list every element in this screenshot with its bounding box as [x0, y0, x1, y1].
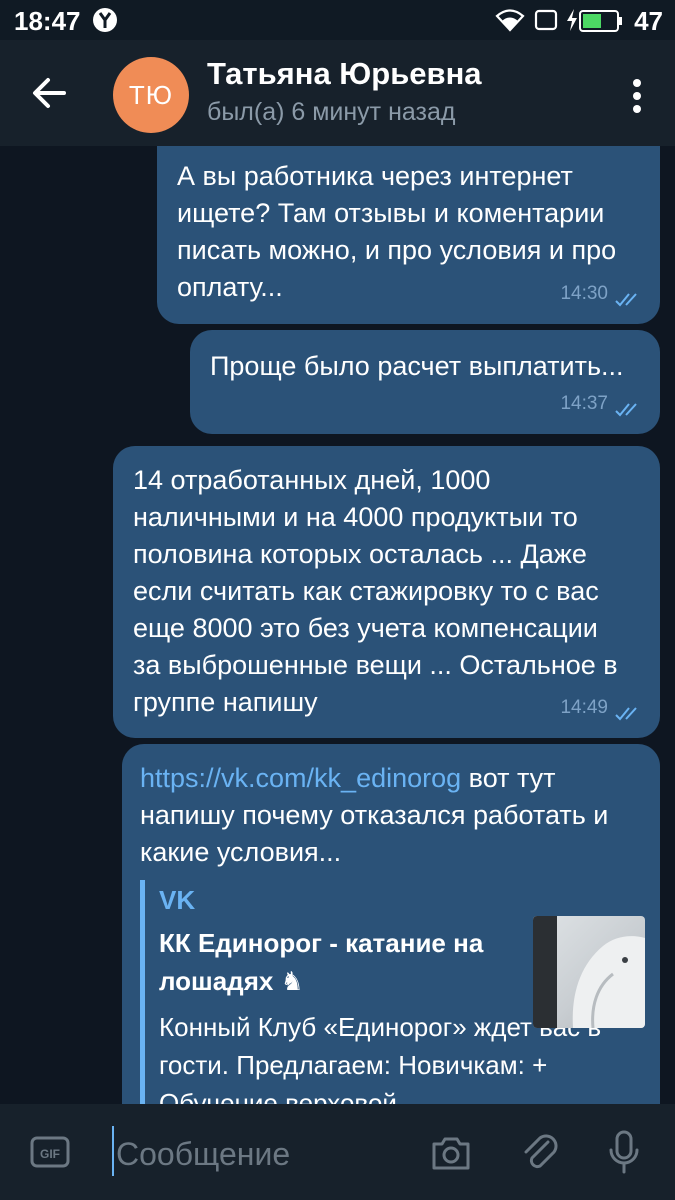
message-text: Проще было расчет выплатить...: [210, 351, 624, 381]
wifi-icon: [495, 8, 525, 37]
chat-header: ТЮ Татьяна Юрьевна был(а) 6 минут назад: [0, 40, 675, 146]
message-bubble[interactable]: 14 отработанных дней, 1000 наличными и н…: [113, 446, 660, 738]
double-check-icon: [614, 699, 644, 720]
message-text: 14 отработанных дней, 1000 наличными и н…: [133, 465, 618, 717]
double-check-icon: [614, 395, 644, 416]
message-composer: GIF: [0, 1104, 675, 1200]
contact-name[interactable]: Татьяна Юрьевна: [207, 56, 482, 92]
camera-icon[interactable]: [428, 1130, 474, 1176]
charging-icon: [565, 8, 579, 37]
link-preview-thumbnail: [533, 916, 645, 1028]
gif-icon[interactable]: GIF: [30, 1134, 70, 1170]
back-arrow-icon[interactable]: [24, 68, 74, 118]
battery-percent: 47: [634, 6, 663, 36]
status-time: 18:47: [14, 6, 81, 36]
message-bubble[interactable]: А вы работника через интернет ищете? Там…: [157, 146, 660, 324]
message-input[interactable]: [114, 1128, 408, 1180]
screen-rotation-icon: [534, 9, 558, 36]
message-time: 14:49: [560, 697, 608, 718]
contact-last-seen: был(а) 6 минут назад: [207, 98, 456, 126]
svg-text:GIF: GIF: [40, 1147, 60, 1161]
battery-icon: [579, 10, 623, 37]
message-bubble[interactable]: https://vk.com/kk_edinorog вот тут напиш…: [122, 744, 660, 1104]
double-check-icon: [614, 285, 644, 306]
paperclip-icon[interactable]: [518, 1128, 562, 1176]
status-bar: 18:47 47: [0, 0, 675, 40]
message-meta: 14:37: [560, 385, 644, 422]
avatar[interactable]: ТЮ: [113, 57, 189, 133]
message-list[interactable]: А вы работника через интернет ищете? Там…: [0, 146, 675, 1104]
link-preview-title: КК Единорог - катание на лошадях ♞: [159, 928, 484, 996]
message-meta: 14:30: [560, 275, 644, 312]
yandex-icon: [92, 7, 118, 38]
link-preview[interactable]: VK КК Единорог - катание на лошадях ♞ Ко…: [140, 880, 645, 1104]
message-bubble[interactable]: Проще было расчет выплатить... 14:37: [190, 330, 660, 434]
message-time: 14:30: [560, 283, 608, 304]
message-time: 14:37: [560, 393, 608, 414]
message-link[interactable]: https://vk.com/kk_edinorog: [140, 763, 461, 793]
microphone-icon[interactable]: [606, 1128, 642, 1178]
link-preview-site: VK: [159, 885, 196, 915]
telegram-chat-screen: 18:47 47 ТЮ Татьяна Юрьевна был(а) 6 мин…: [0, 0, 675, 1200]
message-text: https://vk.com/kk_edinorog вот тут напиш…: [140, 760, 640, 871]
more-vertical-icon[interactable]: [627, 76, 647, 116]
message-meta: 14:49: [560, 689, 644, 726]
